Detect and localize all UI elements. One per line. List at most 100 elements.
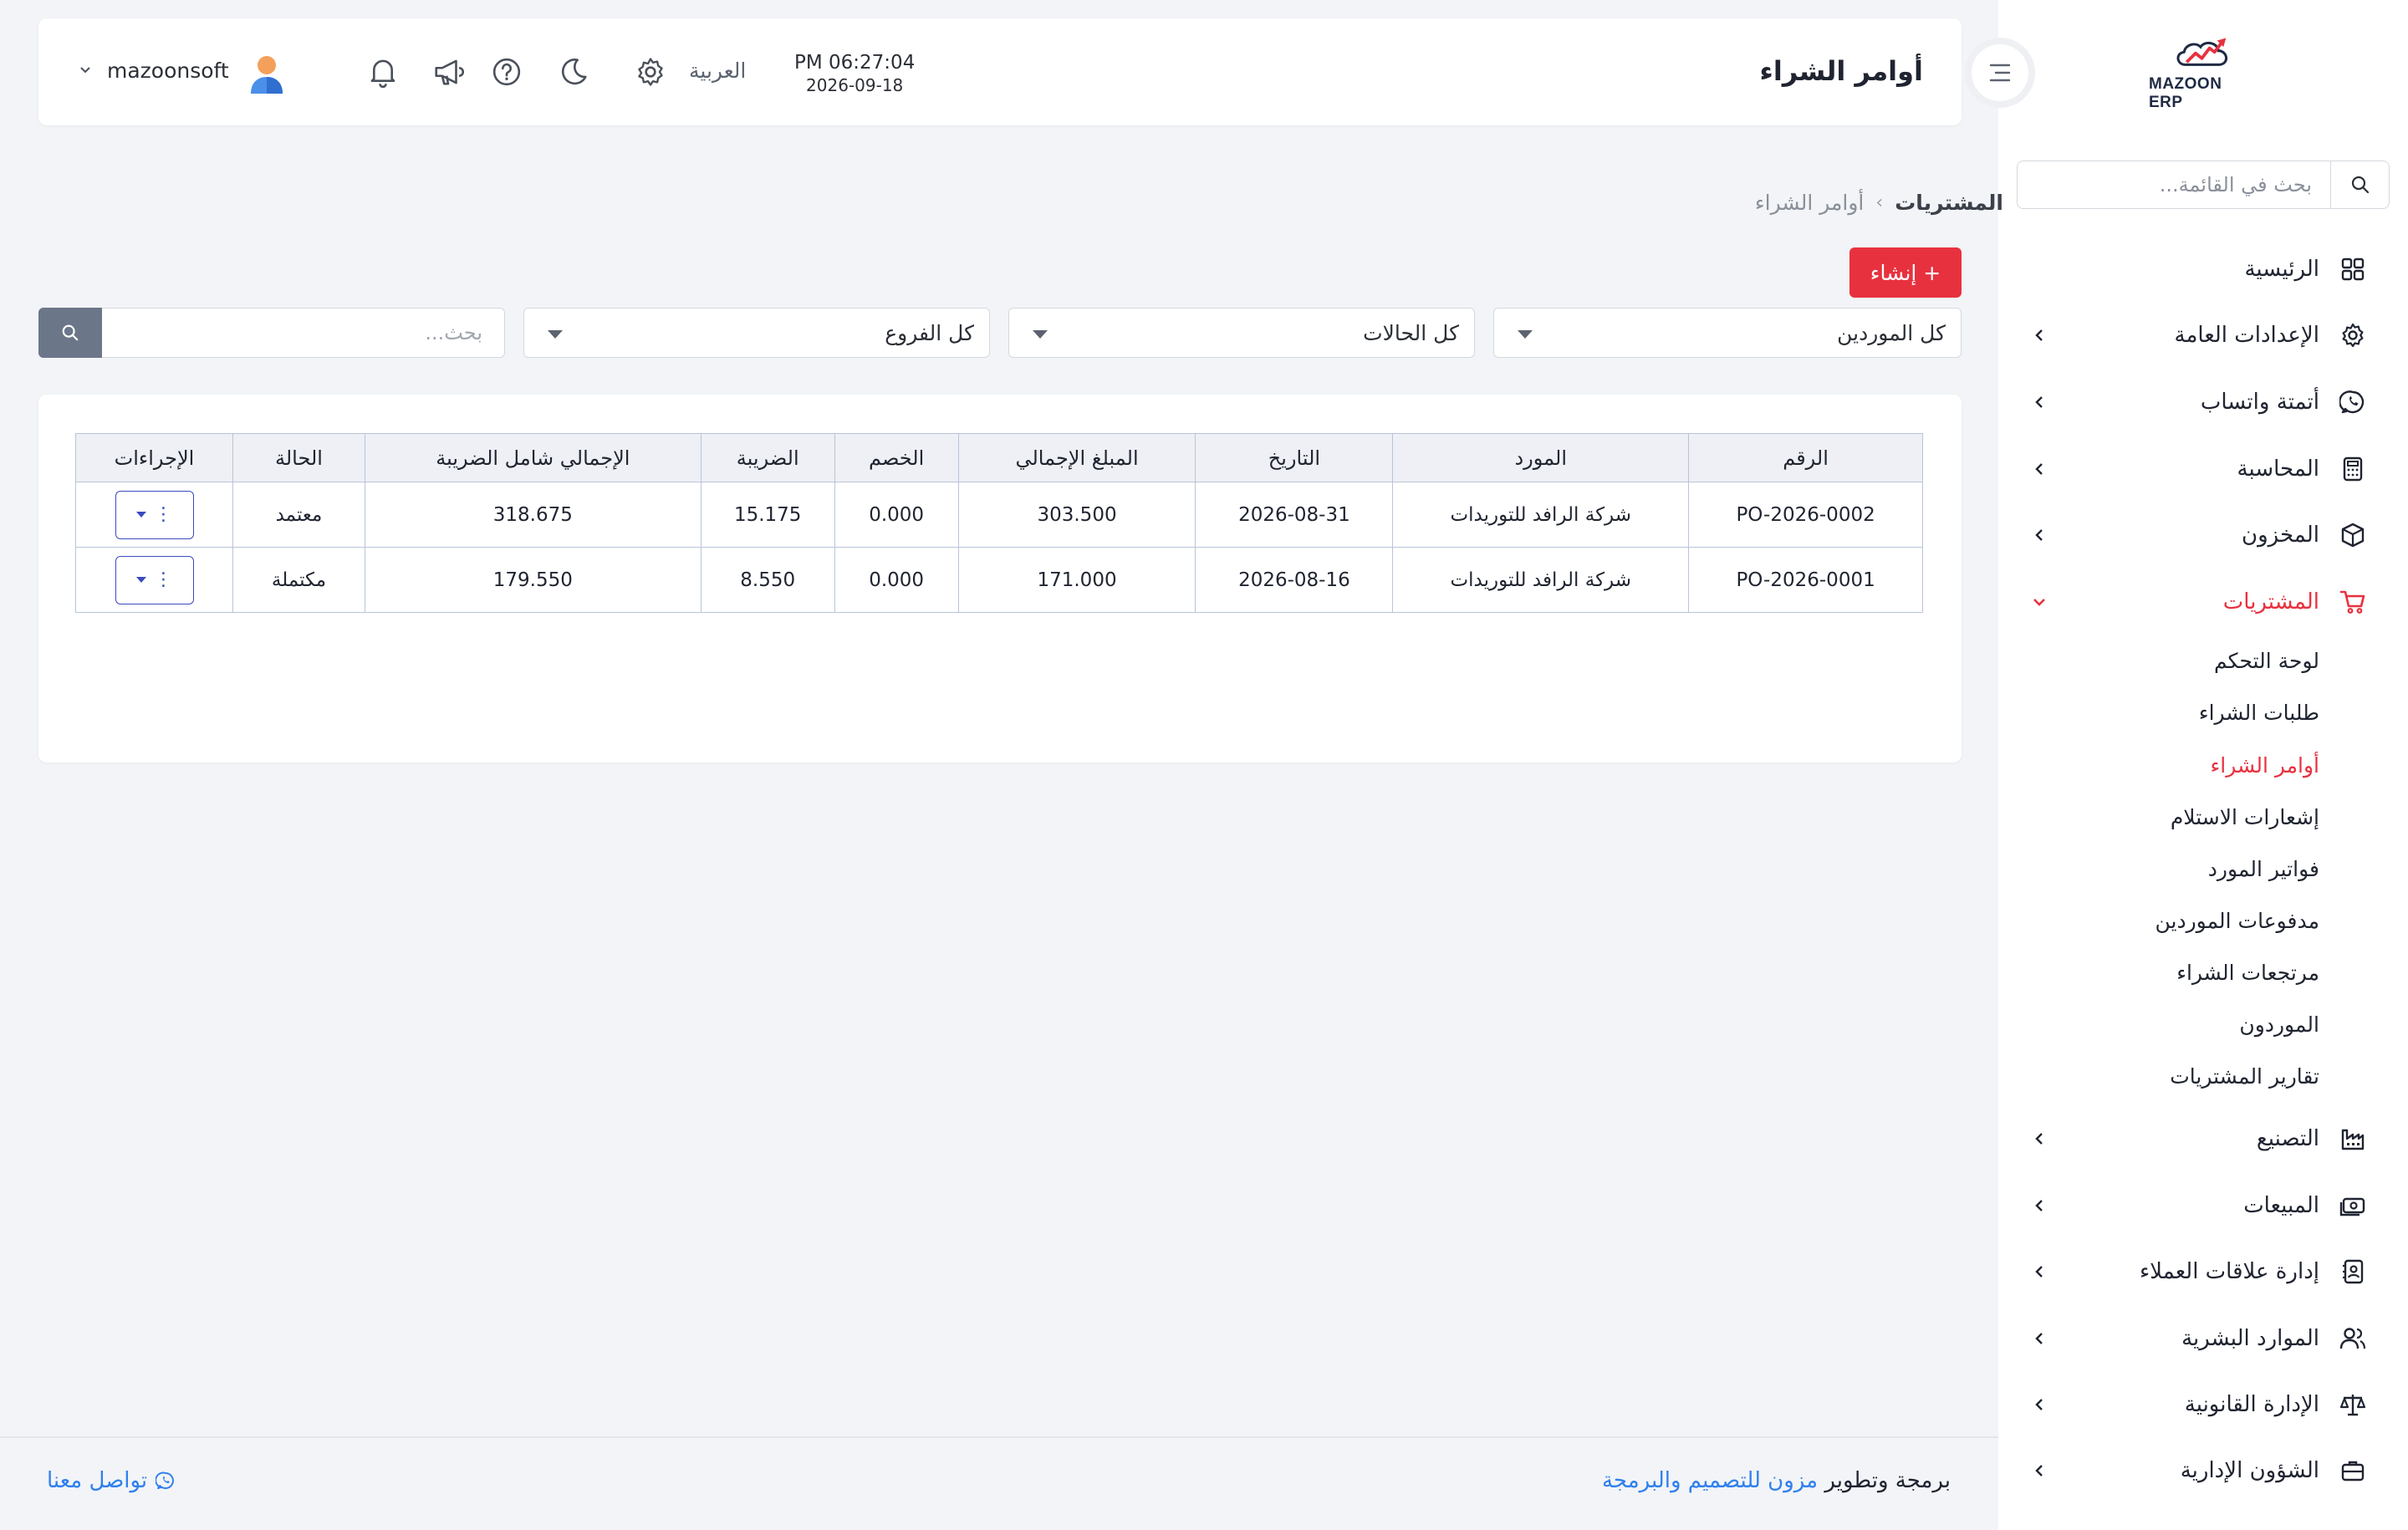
column-header[interactable]: المبلغ الإجمالي [957,433,1196,482]
breadcrumb-parent[interactable]: المشتريات [1895,191,2003,215]
sidebar-item-label: المخزون [2242,523,2319,548]
cell-actions: ⋮ [74,482,234,548]
whatsapp-icon [2336,385,2370,419]
sidebar-item-label: الإدارة القانونية [2184,1392,2319,1417]
submenu-supplier-payments[interactable]: مدفوعات الموردين [2155,909,2319,933]
chevron-down-icon[interactable] [79,65,92,75]
column-header[interactable]: التاريخ [1195,433,1394,482]
column-header[interactable]: الإجمالي شامل الضريبة [364,433,701,482]
sidebar-item-home[interactable]: الرئيسية [2027,244,2370,294]
sidebar-item-general-settings[interactable]: الإعدادات العامة [2027,310,2370,360]
column-header[interactable]: الخصم [834,433,959,482]
sidebar-item-label: المشتريات [2222,589,2319,615]
clock-date: 2026-09-18 [806,75,904,95]
cell-amount: 171.000 [957,547,1196,613]
table-search-input[interactable] [101,309,504,357]
logo-mark [2176,38,2228,66]
chevron-left-icon [2027,390,2052,415]
more-vertical-icon: ⋮ [154,503,173,525]
footer-divider [0,1436,1998,1438]
avatar[interactable] [246,52,288,95]
supplier-filter-select[interactable]: كل الموردين [1493,308,1962,358]
top-bar: أوامر الشراء PM 06:27:04 2026-09-18 العر… [38,18,1962,125]
sidebar-item-sales[interactable]: المبيعات [2027,1181,2370,1231]
chevron-left-icon [2027,1392,2052,1417]
briefcase-icon [2336,1454,2370,1487]
search-icon[interactable] [2330,161,2389,208]
submenu-purchase-requests[interactable]: طلبات الشراء [2199,701,2319,725]
dark-mode-moon-icon[interactable] [554,52,594,92]
sidebar-item-hr[interactable]: الموارد البشرية [2027,1313,2370,1364]
sidebar-item-purchases[interactable]: المشتريات [2027,577,2370,627]
create-button[interactable]: + إنشاء [1849,247,1962,298]
row-actions-button[interactable]: ⋮ [115,555,194,604]
cell-number[interactable]: PO-2026-0002 [1688,482,1923,548]
table-row[interactable]: PO-2026-0002 شركة الرافد للتوريدات 2026-… [74,482,1923,548]
sidebar-search-input[interactable] [2018,161,2330,208]
chevron-left-icon [2027,1458,2052,1483]
cell-discount: 0.000 [834,482,959,548]
breadcrumb-separator: › [1875,192,1884,213]
scale-icon [2336,1388,2370,1421]
sidebar: MAZOON ERP الرئيسية الإعدادات العامة أتم… [1998,0,2408,1530]
column-header[interactable]: المورد [1392,433,1690,482]
clock-time: PM 06:27:04 [794,52,916,74]
footer-company-link[interactable]: مزون للتصميم والبرمجة [1602,1468,1818,1493]
table-row[interactable]: PO-2026-0001 شركة الرافد للتوريدات 2026-… [74,547,1923,613]
sidebar-item-inventory[interactable]: المخزون [2027,510,2370,560]
chevron-left-icon [2027,1193,2052,1218]
brand-logo[interactable]: MAZOON ERP [2149,37,2258,112]
row-actions-button[interactable]: ⋮ [115,490,194,539]
sidebar-item-label: الموارد البشرية [2181,1326,2319,1351]
settings-gear-icon[interactable] [630,52,671,92]
contact-us-link[interactable]: تواصل معنا [47,1468,176,1493]
help-icon[interactable] [487,52,527,92]
status-filter-select[interactable]: كل الحالات [1008,308,1475,358]
sidebar-item-crm[interactable]: إدارة علاقات العملاء [2027,1247,2370,1297]
sidebar-item-label: التصنيع [2256,1126,2319,1151]
announcement-megaphone-icon[interactable] [428,52,468,92]
submenu-dashboard[interactable]: لوحة التحكم [2214,649,2319,673]
sidebar-toggle-button[interactable] [1965,38,2035,108]
branch-filter-select[interactable]: كل الفروع [523,308,990,358]
clock: PM 06:27:04 2026-09-18 [794,52,915,95]
cell-amount: 303.500 [957,482,1196,548]
dropdown-caret-icon [548,330,563,339]
username[interactable]: mazoonsoft [107,59,229,83]
cash-icon [2336,1189,2370,1222]
cell-number[interactable]: PO-2026-0001 [1688,547,1923,613]
cell-actions: ⋮ [74,547,234,613]
sidebar-item-legal[interactable]: الإدارة القانونية [2027,1380,2370,1430]
column-header: الإجراءات [74,433,234,482]
search-button[interactable] [38,308,102,358]
chevron-left-icon [2027,1259,2052,1284]
box-icon [2336,518,2370,552]
language-switch[interactable]: العربية [689,59,746,83]
sidebar-item-accounting[interactable]: المحاسبة [2027,444,2370,494]
submenu-suppliers[interactable]: الموردون [2239,1012,2319,1037]
dropdown-caret-icon [1033,330,1048,339]
column-header[interactable]: الضريبة [700,433,835,482]
chevron-left-icon [2027,323,2052,348]
notifications-bell-icon[interactable] [363,52,403,92]
submenu-purchase-orders[interactable]: أوامر الشراء [2211,753,2319,778]
search-icon [61,324,79,342]
sidebar-item-manufacturing[interactable]: التصنيع [2027,1114,2370,1164]
purchase-orders-card: الرقم المورد التاريخ المبلغ الإجمالي الخ… [38,395,1962,762]
caret-down-icon [135,512,146,518]
cell-total: 318.675 [364,482,701,548]
table-header-row: الرقم المورد التاريخ المبلغ الإجمالي الخ… [74,433,1923,482]
calculator-icon [2336,452,2370,486]
sidebar-search [2017,161,2390,209]
cart-icon [2336,585,2370,619]
cell-status: معتمد [232,482,365,548]
sidebar-item-whatsapp[interactable]: أتمتة واتساب [2027,377,2370,427]
column-header: الحالة [232,433,365,482]
column-header[interactable]: الرقم [1688,433,1923,482]
sidebar-item-label: إدارة علاقات العملاء [2139,1259,2319,1284]
submenu-purchase-reports[interactable]: تقارير المشتريات [2170,1064,2319,1089]
submenu-purchase-returns[interactable]: مرتجعات الشراء [2176,961,2319,985]
submenu-supplier-invoices[interactable]: فواتير المورد [2208,857,2319,881]
sidebar-item-admin-affairs[interactable]: الشؤون الإدارية [2027,1446,2370,1496]
submenu-receipt-notices[interactable]: إشعارات الاستلام [2171,805,2319,829]
